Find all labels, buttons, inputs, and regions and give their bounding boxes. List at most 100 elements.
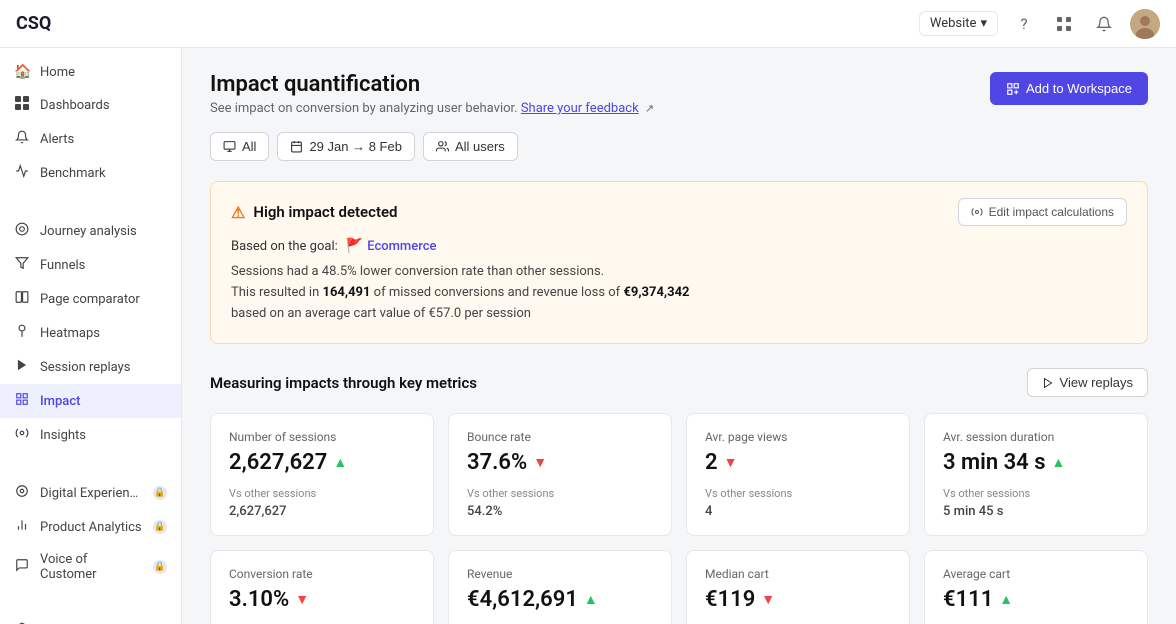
sidebar-item-label: Dashboards bbox=[40, 98, 110, 113]
product-analytics-icon bbox=[14, 518, 30, 536]
metric-value: €119 ▼ bbox=[705, 587, 891, 612]
metric-value-text: €119 bbox=[705, 587, 755, 612]
sidebar-item-heatmaps[interactable]: Heatmaps bbox=[0, 316, 181, 350]
alert-box: ⚠ High impact detected Edit impact calcu… bbox=[210, 181, 1148, 344]
sidebar-item-benchmark[interactable]: Benchmark bbox=[0, 156, 181, 190]
apps-icon[interactable] bbox=[1050, 10, 1078, 38]
goal-name: Ecommerce bbox=[367, 239, 436, 254]
help-icon[interactable]: ? bbox=[1010, 10, 1038, 38]
metric-compare-label: Vs other sessions bbox=[229, 487, 415, 500]
sidebar-item-analysis-setup[interactable]: Analysis Setup bbox=[0, 614, 181, 624]
page-title: Impact quantification bbox=[210, 72, 654, 97]
notification-icon[interactable] bbox=[1090, 10, 1118, 38]
metric-compare-label: Vs other sessions bbox=[467, 487, 653, 500]
sidebar-item-label: Session replays bbox=[40, 360, 131, 375]
alert-title-text: High impact detected bbox=[253, 203, 397, 221]
journey-analysis-icon bbox=[14, 222, 30, 240]
metric-value-text: €4,612,691 bbox=[467, 587, 578, 612]
metrics-section-title: Measuring impacts through key metrics bbox=[210, 374, 477, 392]
users-filter-button[interactable]: All users bbox=[423, 132, 518, 161]
metric-card-number-of-sessions: Number of sessions 2,627,627 ▲ Vs other … bbox=[210, 413, 434, 536]
sidebar-tools-section: Digital Experience Monitor... 🔒 Product … bbox=[0, 468, 181, 598]
sidebar-item-label: Journey analysis bbox=[40, 224, 137, 239]
layout: 🏠 Home Dashboards Alerts bbox=[0, 48, 1176, 624]
metric-card-conversion-rate: Conversion rate 3.10% ▼ Vs other session… bbox=[210, 550, 434, 624]
sidebar-item-impact[interactable]: Impact bbox=[0, 384, 181, 418]
down-arrow-icon: ▼ bbox=[533, 454, 547, 471]
main-content: Impact quantification See impact on conv… bbox=[182, 48, 1176, 624]
session-replays-icon bbox=[14, 358, 30, 376]
metric-compare-label: Vs other sessions bbox=[705, 487, 891, 500]
metric-value: 3.10% ▼ bbox=[229, 587, 415, 612]
feedback-link[interactable]: Share your feedback bbox=[521, 101, 639, 116]
date-range-filter-button[interactable]: 29 Jan → 8 Feb bbox=[277, 132, 415, 161]
sidebar-item-product-analytics[interactable]: Product Analytics 🔒 bbox=[0, 510, 181, 544]
sidebar-item-funnels[interactable]: Funnels bbox=[0, 248, 181, 282]
sidebar-item-journey-analysis[interactable]: Journey analysis bbox=[0, 214, 181, 248]
impact-icon bbox=[14, 392, 30, 410]
all-filter-button[interactable]: All bbox=[210, 132, 269, 161]
metric-card-average-cart: Average cart €111 ▲ Vs other sessions bbox=[924, 550, 1148, 624]
metric-label: Median cart bbox=[705, 567, 891, 581]
sidebar-item-alerts[interactable]: Alerts bbox=[0, 122, 181, 156]
up-arrow-icon: ▲ bbox=[999, 591, 1013, 608]
metric-value: 2,627,627 ▲ bbox=[229, 450, 415, 475]
down-arrow-icon: ▼ bbox=[761, 591, 775, 608]
metric-value: 3 min 34 s ▲ bbox=[943, 450, 1129, 475]
metric-compare-value: 54.2% bbox=[467, 504, 653, 519]
topbar: CSQ Website ▾ ? bbox=[0, 0, 1176, 48]
sidebar-item-label: Funnels bbox=[40, 258, 85, 273]
avatar[interactable] bbox=[1130, 9, 1160, 39]
sidebar-item-voice-of-customer[interactable]: Voice of Customer 🔒 bbox=[0, 544, 181, 590]
sidebar-item-session-replays[interactable]: Session replays bbox=[0, 350, 181, 384]
up-arrow-icon: ▲ bbox=[584, 591, 598, 608]
goal-prefix: Based on the goal: bbox=[231, 239, 338, 254]
edit-impact-calculations-button[interactable]: Edit impact calculations bbox=[958, 198, 1127, 226]
metric-compare-value: 4 bbox=[705, 504, 891, 519]
metric-label: Number of sessions bbox=[229, 430, 415, 444]
alert-conversion-text: Sessions had a 48.5% lower conversion ra… bbox=[231, 264, 1127, 279]
lock-icon: 🔒 bbox=[153, 560, 167, 574]
metric-card-bounce-rate: Bounce rate 37.6% ▼ Vs other sessions 54… bbox=[448, 413, 672, 536]
alert-header: ⚠ High impact detected Edit impact calcu… bbox=[231, 198, 1127, 226]
up-arrow-icon: ▲ bbox=[1052, 454, 1066, 471]
chevron-down-icon: ▾ bbox=[980, 16, 987, 31]
sidebar-item-label: Insights bbox=[40, 428, 86, 443]
sidebar-analytics-section: Journey analysis Funnels Page comparator bbox=[0, 206, 181, 460]
metric-value-text: 3 min 34 s bbox=[943, 450, 1046, 475]
view-replays-label: View replays bbox=[1060, 375, 1133, 390]
website-label: Website bbox=[930, 16, 977, 31]
dashboards-icon bbox=[14, 96, 30, 114]
missed-conversions: 164,491 bbox=[323, 285, 371, 300]
sidebar-item-home[interactable]: 🏠 Home bbox=[0, 56, 181, 88]
sidebar-item-dashboards[interactable]: Dashboards bbox=[0, 88, 181, 122]
add-to-workspace-button[interactable]: Add to Workspace bbox=[990, 72, 1148, 105]
filter-bar: All 29 Jan → 8 Feb All users bbox=[210, 132, 1148, 161]
sidebar-item-digital-experience[interactable]: Digital Experience Monitor... 🔒 bbox=[0, 476, 181, 510]
metric-card-avg-page-views: Avr. page views 2 ▼ Vs other sessions 4 bbox=[686, 413, 910, 536]
topbar-right: Website ▾ ? bbox=[919, 9, 1160, 39]
metric-value-text: 3.10% bbox=[229, 587, 289, 612]
metric-value-text: €111 bbox=[943, 587, 993, 612]
lock-icon: 🔒 bbox=[153, 486, 167, 500]
metric-value-text: 2 bbox=[705, 450, 718, 475]
goal-tag[interactable]: 🚩 Ecommerce bbox=[346, 238, 437, 254]
sidebar-item-label: Impact bbox=[40, 394, 80, 409]
view-replays-button[interactable]: View replays bbox=[1027, 368, 1148, 397]
metric-card-avg-session-duration: Avr. session duration 3 min 34 s ▲ Vs ot… bbox=[924, 413, 1148, 536]
logo-text: CSQ bbox=[16, 13, 51, 34]
heatmaps-icon bbox=[14, 324, 30, 342]
metric-card-revenue: Revenue €4,612,691 ▲ Vs other sessions bbox=[448, 550, 672, 624]
sidebar-item-label: Digital Experience Monitor... bbox=[40, 486, 143, 501]
metric-label: Avr. page views bbox=[705, 430, 891, 444]
sidebar-item-page-comparator[interactable]: Page comparator bbox=[0, 282, 181, 316]
sidebar-item-label: Product Analytics bbox=[40, 520, 143, 535]
metric-compare-label: Vs other sessions bbox=[943, 487, 1129, 500]
sidebar-item-label: Home bbox=[40, 65, 75, 80]
metric-label: Revenue bbox=[467, 567, 653, 581]
logo: CSQ bbox=[16, 13, 51, 34]
date-range-label: 29 Jan → 8 Feb bbox=[309, 139, 402, 154]
website-selector[interactable]: Website ▾ bbox=[919, 11, 998, 36]
sidebar-item-insights[interactable]: Insights bbox=[0, 418, 181, 452]
home-icon: 🏠 bbox=[14, 64, 30, 80]
